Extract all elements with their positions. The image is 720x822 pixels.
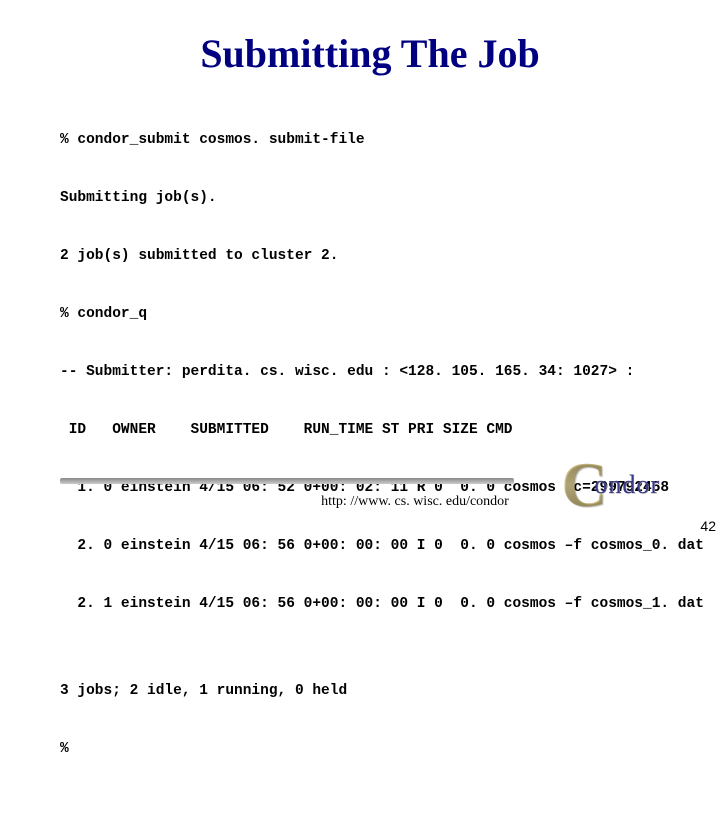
- divider: [60, 478, 514, 484]
- cmd-q: % condor_q: [60, 300, 680, 329]
- queue-header: ID OWNER SUBMITTED RUN_TIME ST PRI SIZE …: [60, 416, 680, 445]
- condor-logo: Condor: [561, 448, 660, 522]
- page-number: 42: [700, 518, 716, 534]
- prompt: %: [60, 735, 680, 764]
- logo-text: ondor: [594, 470, 660, 499]
- queue-row: 2. 0 einstein 4/15 06: 56 0+00: 00: 00 I…: [60, 532, 680, 561]
- msg-submitting: Submitting job(s).: [60, 184, 680, 213]
- slide-title: Submitting The Job: [60, 30, 680, 77]
- msg-count: 2 job(s) submitted to cluster 2.: [60, 242, 680, 271]
- cmd-submit: % condor_submit cosmos. submit-file: [60, 126, 680, 155]
- queue-summary: 3 jobs; 2 idle, 1 running, 0 held: [60, 677, 680, 706]
- queue-row: 2. 1 einstein 4/15 06: 56 0+00: 00: 00 I…: [60, 590, 680, 619]
- msg-submitter: -- Submitter: perdita. cs. wisc. edu : <…: [60, 358, 680, 387]
